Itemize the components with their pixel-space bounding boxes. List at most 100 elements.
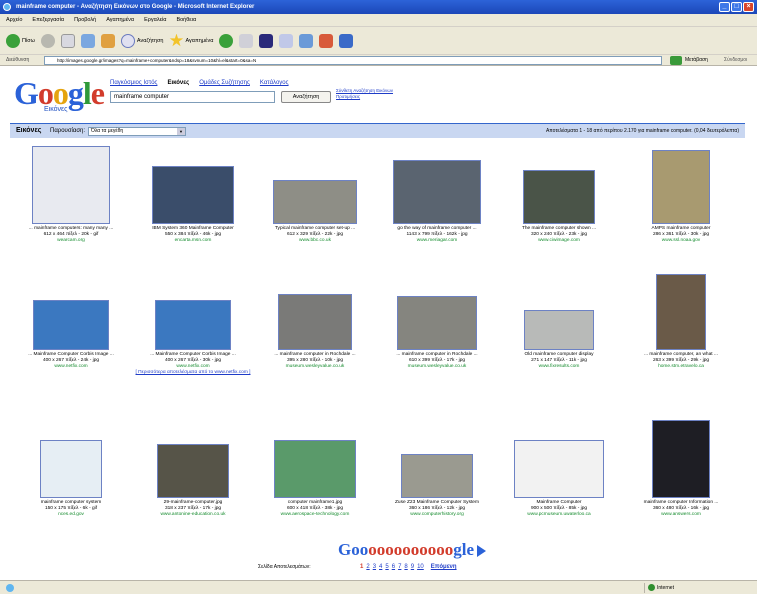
search-input[interactable]: mainframe computer — [110, 91, 275, 103]
result-thumbnail[interactable] — [155, 300, 231, 350]
search-button[interactable]: Αναζήτηση — [281, 91, 331, 103]
result-thumbnail[interactable] — [157, 444, 229, 498]
result-thumbnail[interactable] — [656, 274, 706, 350]
history-icon[interactable] — [239, 33, 254, 48]
close-button[interactable]: × — [743, 2, 754, 12]
result-site[interactable]: www.ciwimage.com — [498, 238, 620, 244]
go-arrow-icon[interactable] — [670, 56, 682, 65]
search-button-toolbar[interactable]: Αναζήτηση — [120, 33, 163, 48]
google-images-subtitle: Εικόνες — [44, 106, 68, 113]
result-thumbnail[interactable] — [278, 294, 352, 350]
page-9[interactable]: 9 — [411, 564, 414, 570]
favorites-button[interactable]: Αγαπημένα — [169, 33, 214, 48]
page-4[interactable]: 4 — [379, 564, 382, 570]
image-result: ... mainframe computer, an what ... 263 … — [620, 274, 742, 370]
menu-view[interactable]: Προβολή — [74, 14, 96, 26]
minimize-button[interactable]: _ — [719, 2, 730, 12]
result-site[interactable]: museum.wesleyvalue.co.uk — [376, 364, 498, 370]
print-icon[interactable] — [279, 33, 294, 48]
result-site[interactable]: wearcam.org — [10, 238, 132, 244]
edit-icon[interactable] — [299, 33, 314, 48]
image-result: Typical mainframe computer set-up ... 61… — [254, 180, 376, 244]
tab-images[interactable]: Εικόνες — [167, 80, 189, 86]
result-site[interactable]: www.antonine-education.co.uk — [132, 512, 254, 518]
filter-label: Παρουσίαση: — [50, 128, 86, 134]
result-site[interactable]: www.bbc.co.uk — [254, 238, 376, 244]
result-thumbnail[interactable] — [40, 440, 102, 498]
result-site[interactable]: home.stm.etravelo.ca — [620, 364, 742, 370]
page-2[interactable]: 2 — [366, 564, 369, 570]
maximize-button[interactable]: □ — [731, 2, 742, 12]
next-arrow-icon[interactable] — [477, 545, 487, 558]
mail-icon[interactable] — [259, 33, 274, 48]
result-site[interactable]: encarta.msn.com — [132, 238, 254, 244]
result-site[interactable]: www.answers.com — [620, 512, 742, 518]
go-button[interactable]: Μετάβαση — [685, 55, 708, 66]
size-filter-select[interactable]: Όλα τα μεγέθη ▼ — [88, 127, 186, 136]
page-links: 1 2 3 4 5 6 7 8 9 10 Επόμενη — [360, 564, 457, 570]
menu-favorites[interactable]: Αγαπημένα — [106, 14, 134, 26]
menu-edit[interactable]: Επεξεργασία — [32, 14, 64, 26]
discuss-icon[interactable] — [319, 33, 334, 48]
google-logo[interactable]: Google — [14, 77, 105, 109]
result-site[interactable]: www.computerhistory.org — [376, 512, 498, 518]
menu-tools[interactable]: Εργαλεία — [144, 14, 166, 26]
result-thumbnail[interactable] — [32, 146, 110, 224]
result-site[interactable]: nces.ed.gov — [10, 512, 132, 518]
result-thumbnail[interactable] — [393, 160, 481, 224]
back-button[interactable]: Πίσω — [6, 33, 35, 48]
page-5[interactable]: 5 — [385, 564, 388, 570]
result-thumbnail[interactable] — [652, 420, 710, 498]
image-result: The mainframe computer shown ... 320 x 2… — [498, 170, 620, 244]
result-site[interactable]: museum.wesleyvalue.co.uk — [254, 364, 376, 370]
page-6[interactable]: 6 — [392, 564, 395, 570]
favorites-label: Αγαπημένα — [185, 37, 214, 44]
search-icon — [120, 33, 135, 48]
image-result: AMPS mainframe computer 286 x 361 πίξελ … — [620, 150, 742, 244]
result-site[interactable]: www.netfix.com — [10, 364, 132, 370]
result-thumbnail[interactable] — [274, 440, 356, 498]
result-site[interactable]: www.meriagar.com — [376, 238, 498, 244]
back-arrow-icon — [6, 33, 20, 48]
result-thumbnail[interactable] — [33, 300, 109, 350]
result-thumbnail[interactable] — [273, 180, 357, 224]
result-thumbnail[interactable] — [514, 440, 604, 498]
menu-file[interactable]: Αρχείο — [6, 14, 22, 26]
results-bar: Εικόνες Παρουσίαση: Όλα τα μεγέθη ▼ Αποτ… — [10, 123, 745, 138]
links-button[interactable]: Σύνδεσμοι — [724, 55, 747, 66]
results-stats: Αποτελέσματα 1 - 18 από περίπου 2.170 γι… — [545, 128, 739, 134]
tab-groups[interactable]: Ομάδες Συζήτησης — [199, 80, 250, 86]
result-site[interactable]: www.ssl.noaa.gov — [620, 238, 742, 244]
next-page-link[interactable]: Επόμενη — [431, 564, 457, 570]
tab-directory[interactable]: Κατάλογος — [260, 80, 289, 86]
image-result: Mainframe Computer 900 x 500 πίξελ - 85k… — [498, 440, 620, 518]
page-8[interactable]: 8 — [404, 564, 407, 570]
result-thumbnail[interactable] — [401, 454, 473, 498]
page-3[interactable]: 3 — [373, 564, 376, 570]
forward-button[interactable] — [40, 33, 55, 48]
media-icon[interactable] — [219, 33, 234, 48]
result-thumbnail[interactable] — [523, 170, 595, 224]
preferences-link[interactable]: Προτιμήσεις — [336, 94, 426, 100]
page-7[interactable]: 7 — [398, 564, 401, 570]
menu-help[interactable]: Βοήθεια — [176, 14, 196, 26]
stop-icon[interactable] — [60, 33, 75, 48]
window-title: mainframe computer - Αναζήτηση Εικόνων σ… — [16, 4, 255, 10]
result-thumbnail[interactable] — [524, 310, 594, 350]
address-input[interactable]: http://images.google.gr/images?q=mainfra… — [44, 56, 662, 65]
result-thumbnail[interactable] — [152, 166, 234, 224]
messenger-icon[interactable] — [339, 33, 354, 48]
tab-web[interactable]: Παγκόσμιος Ιστός — [110, 80, 157, 86]
home-icon[interactable] — [100, 33, 115, 48]
result-site[interactable]: www.aerospace-technology.com — [254, 512, 376, 518]
result-site[interactable]: www.pcmuseum.uwaterloo.ca — [498, 512, 620, 518]
page-status-icon — [6, 584, 14, 592]
refresh-icon[interactable] — [80, 33, 95, 48]
result-site[interactable]: www.fixresults.com — [498, 364, 620, 370]
advanced-links: Σύνθετη Αναζήτηση Εικόνων Προτιμήσεις — [336, 88, 426, 100]
result-thumbnail[interactable] — [652, 150, 710, 224]
result-thumbnail[interactable] — [397, 296, 477, 350]
more-results-link[interactable]: [ Περισσότερα αποτελέσματα από το www.ne… — [132, 370, 254, 376]
page-10[interactable]: 10 — [417, 564, 424, 570]
image-result: IBM System 360 Mainframe Computer 550 x … — [132, 166, 254, 244]
